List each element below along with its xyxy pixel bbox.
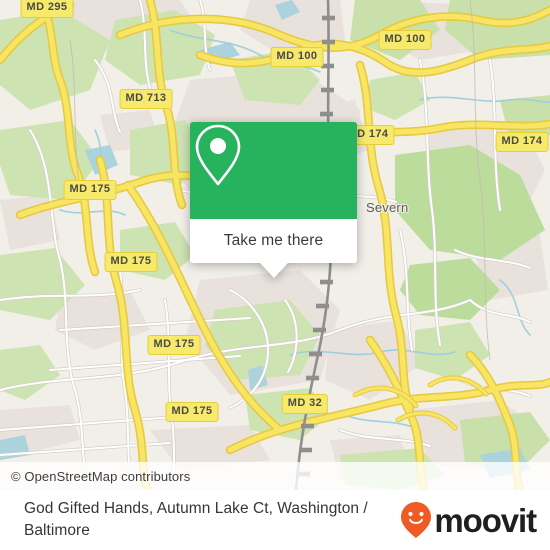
moovit-wordmark: moovit: [434, 501, 537, 539]
take-me-there-label: Take me there: [223, 232, 324, 249]
highway-shield-md-100-west[interactable]: MD 100: [270, 47, 324, 67]
location-callout-card[interactable]: Take me there: [190, 122, 357, 278]
moovit-map-screenshot: Severn MD 295 MD 713 MD 100 MD 100 MD 17…: [0, 0, 550, 550]
callout-pin-area: [190, 122, 357, 219]
moovit-brand-logo[interactable]: moovit: [400, 501, 537, 539]
map-attribution-bar: © OpenStreetMap contributors: [0, 462, 550, 490]
highway-shield-md-174-east[interactable]: MD 174: [495, 132, 549, 152]
highway-shield-md-175-a[interactable]: MD 175: [63, 180, 117, 200]
map-pin-icon: [195, 124, 241, 186]
moovit-pin-icon: [401, 502, 432, 538]
highway-shield-md-175-b[interactable]: MD 175: [104, 252, 158, 272]
highway-shield-md-100-east[interactable]: MD 100: [378, 30, 432, 50]
take-me-there-button[interactable]: Take me there: [190, 219, 357, 263]
callout-tail-pointer: [259, 263, 288, 278]
highway-shield-md-175-c[interactable]: MD 175: [147, 335, 201, 355]
highway-shield-md-32[interactable]: MD 32: [281, 394, 329, 414]
highway-shield-md-713[interactable]: MD 713: [119, 89, 173, 109]
map-canvas[interactable]: Severn MD 295 MD 713 MD 100 MD 100 MD 17…: [0, 0, 550, 490]
footer-bar: God Gifted Hands, Autumn Lake Ct, Washin…: [0, 490, 550, 550]
highway-shield-md-295[interactable]: MD 295: [20, 0, 74, 18]
highway-shield-md-175-d[interactable]: MD 175: [165, 402, 219, 422]
osm-attribution-text[interactable]: © OpenStreetMap contributors: [11, 469, 190, 484]
location-title: God Gifted Hands, Autumn Lake Ct, Washin…: [24, 500, 368, 539]
